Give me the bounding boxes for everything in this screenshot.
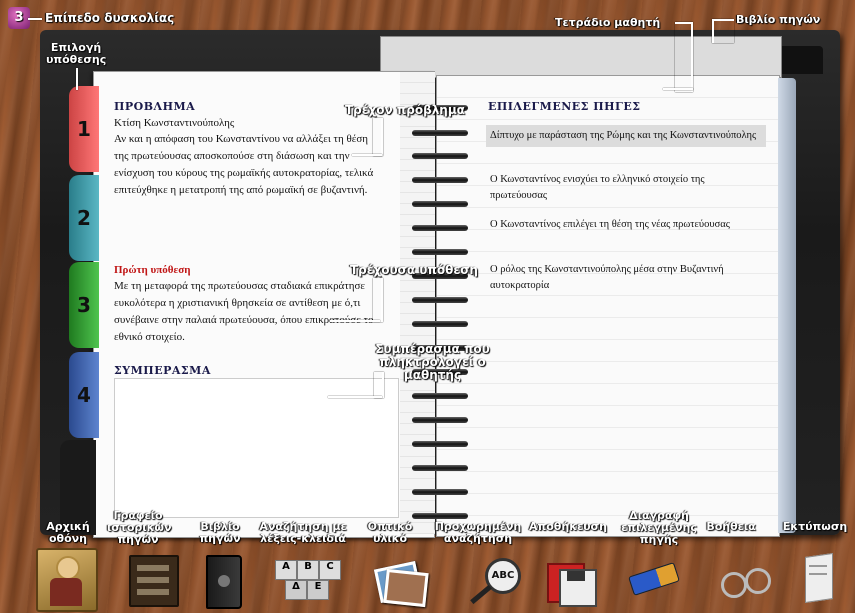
advanced-search-label: Προχωρημένη αναζήτηση (434, 520, 522, 545)
current-problem-callout: Τρέχον πρόβλημα (345, 103, 465, 117)
tab-4-label: 4 (77, 383, 91, 407)
source-item[interactable]: Ο Κωνσταντίνος ενισχύει το ελληνικό στοι… (486, 169, 766, 207)
difficulty-level-label: Επίπεδο δυσκολίας (45, 11, 175, 25)
source-item[interactable]: Δίπτυχο με παράσταση της Ρώμης και της Κ… (486, 125, 766, 147)
source-item[interactable]: Ο ρόλος της Κωνσταντινούπολης μέσα στην … (486, 259, 766, 297)
notebook-right-edge (778, 78, 796, 533)
book-icon[interactable] (206, 555, 242, 609)
print-page-icon[interactable] (799, 553, 835, 603)
current-problem-leader (373, 118, 383, 156)
current-hypothesis-callout: Τρέχουσα υπόθεση (350, 263, 478, 277)
historical-sources-desk-label: Γραφείο ιστορικών πηγών (107, 509, 172, 546)
notebook-label: Τετράδιο μαθητή (555, 16, 661, 29)
byzantine-icon-image[interactable] (36, 548, 98, 612)
hypothesis-tab-1[interactable]: 1 (69, 86, 99, 172)
sources-heading: ΕΠΙΛΕΓΜΕΝΕΣ ΠΗΓΕΣ (488, 100, 641, 113)
conclusion-input[interactable] (114, 378, 399, 518)
save-label: Αποθήκευση (529, 520, 607, 533)
home-label: Αρχική οθόνη (46, 520, 90, 545)
tab-2-label: 2 (77, 206, 91, 230)
print-label: Εκτύπωση (782, 520, 848, 533)
sourcebook-tool-label: Βιβλίο πηγών (199, 520, 241, 545)
current-hypothesis-leader-end (330, 320, 380, 322)
current-hypothesis-leader (373, 278, 383, 322)
sourcebook-label: Βιβλίο πηγών (736, 13, 821, 26)
photos-icon[interactable] (373, 555, 429, 608)
save-disk-icon[interactable] (547, 557, 597, 607)
level-badge[interactable]: 3 (8, 7, 30, 29)
hypothesis-heading: Πρώτη υπόθεση (114, 264, 191, 276)
delete-source-label: Διαγραφή επιλεγμένης πηγής (621, 509, 697, 546)
keyword-blocks-icon[interactable]: A B C Δ Ε (275, 560, 345, 600)
hypothesis-select-label: Επιλογή υπόθεσης (46, 41, 107, 66)
glasses-icon[interactable] (719, 560, 771, 604)
level-badge-number: 3 (14, 10, 24, 25)
notebook-leader (675, 22, 693, 92)
tab-1-label: 1 (77, 117, 91, 141)
magnifier-icon[interactable]: ABC (467, 556, 523, 606)
sourcebook-leader (712, 19, 734, 43)
conclusion-leader (374, 372, 384, 398)
notebook-leader-end (663, 88, 693, 90)
eraser-icon[interactable] (626, 562, 682, 596)
hypothesis-select-leader (76, 68, 78, 90)
desk-icon[interactable] (129, 555, 179, 607)
hypothesis-tab-2[interactable]: 2 (69, 175, 99, 261)
hypothesis-text: Με τη μεταφορά της πρωτεύουσας σταδιακά … (114, 280, 374, 343)
visual-material-label: Οπτικό υλικό (367, 520, 413, 545)
conclusion-leader-end (328, 396, 382, 398)
source-item[interactable]: Ο Κωνσταντίνος επιλέγει τη θέση της νέας… (486, 214, 766, 236)
tab-3-label: 3 (77, 293, 91, 317)
problem-title: Κτίση Κωνσταντινούπολης (114, 117, 235, 129)
keyword-search-label: Αναζήτηση με λέξεις-κλειδιά (259, 520, 347, 545)
hypothesis-tab-3[interactable]: 3 (69, 262, 99, 348)
conclusion-heading: ΣΥΜΠΕΡΑΣΜΑ (114, 364, 211, 377)
help-label: Βοήθεια (706, 520, 756, 533)
problem-text: Αν και η απόφαση του Κωνσταντίνου να αλλ… (114, 133, 374, 196)
level-leader (28, 18, 42, 20)
hypothesis-tab-4[interactable]: 4 (69, 352, 99, 438)
current-problem-leader-end (352, 154, 382, 156)
problem-heading: ΠΡΟΒΛΗΜΑ (114, 100, 196, 113)
